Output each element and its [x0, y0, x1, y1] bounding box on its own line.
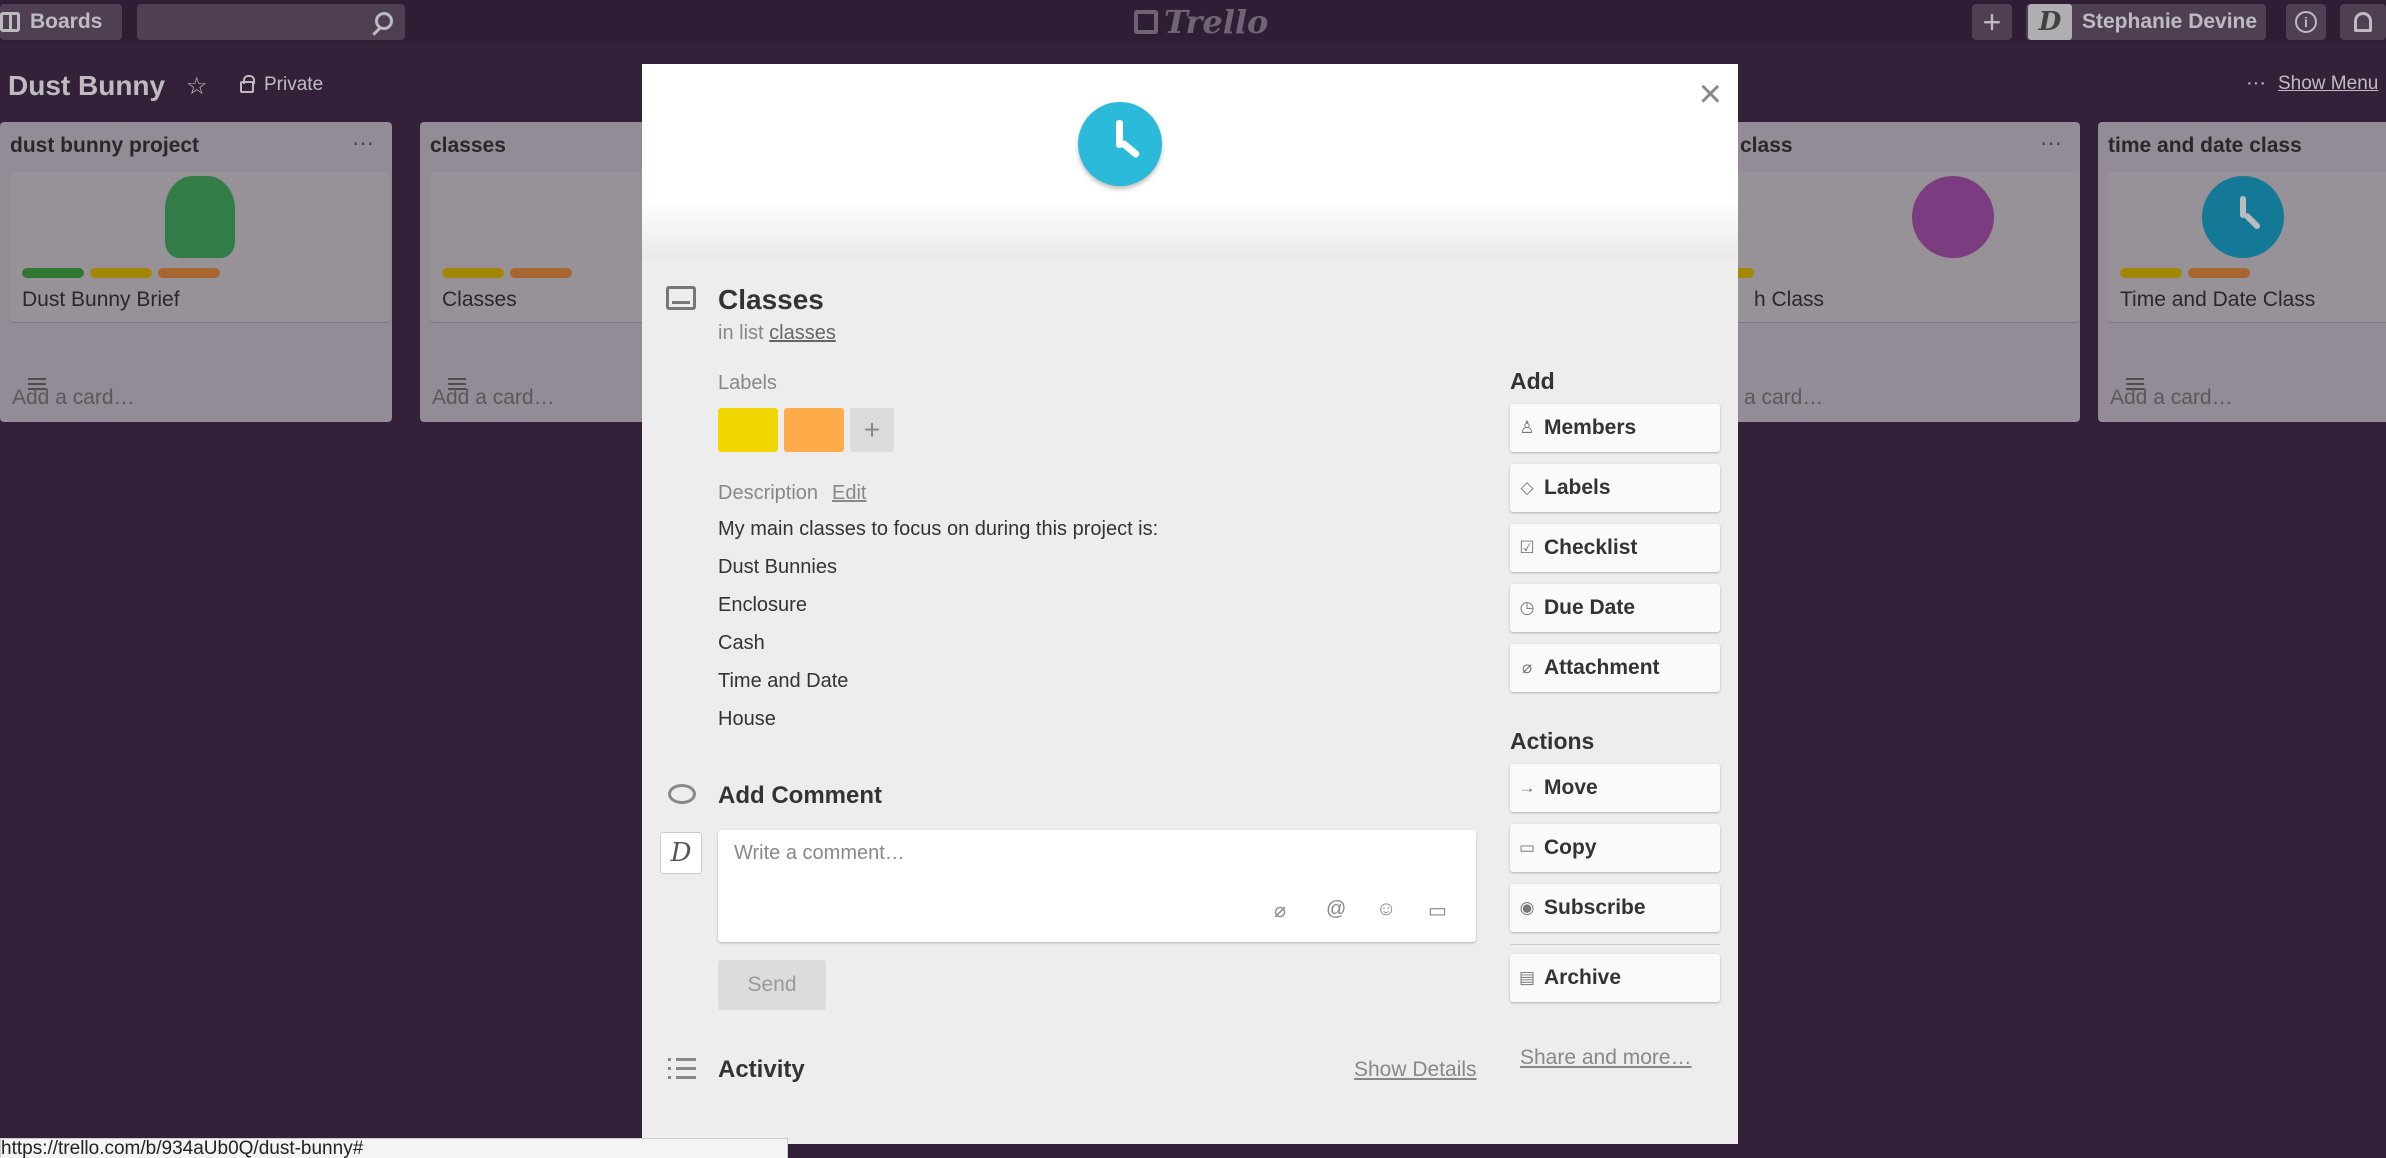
in-list-text: in list classes — [718, 322, 836, 344]
activity-heading: Activity — [718, 1056, 805, 1083]
close-icon[interactable]: × — [1699, 74, 1722, 114]
actions-heading: Actions — [1510, 728, 1595, 754]
status-bar-url: https://trello.com/b/934aUb0Q/dust-bunny… — [0, 1138, 788, 1158]
description-line: My main classes to focus on during this … — [718, 518, 1159, 540]
clock-icon: ◷ — [1519, 598, 1535, 617]
activity-icon — [668, 1058, 696, 1080]
label-yellow[interactable] — [718, 408, 778, 452]
arrow-right-icon: → — [1518, 778, 1536, 797]
comment-box: ⌀ @ ☺ ▭ — [718, 830, 1476, 942]
card-detail-modal: × Classes in list classes Labels + Descr… — [642, 64, 1738, 1144]
eye-icon: ◉ — [1519, 898, 1535, 917]
description-line: Dust Bunnies — [718, 556, 837, 578]
divider — [1510, 944, 1720, 945]
avatar: D — [660, 832, 702, 874]
description-heading: Description — [718, 482, 819, 504]
list-link[interactable]: classes — [769, 322, 836, 344]
add-label-button[interactable]: + — [850, 408, 894, 452]
checkbox-icon: ☑ — [1519, 538, 1535, 557]
label-orange[interactable] — [784, 408, 844, 452]
edit-description-link[interactable]: Edit — [832, 482, 866, 505]
attachment-button[interactable]: ⌀ Attachment — [1510, 644, 1720, 692]
person-icon: ♙ — [1519, 418, 1535, 437]
card-icon: ▭ — [1518, 838, 1536, 857]
description-line: House — [718, 708, 776, 730]
card-icon[interactable]: ▭ — [1428, 898, 1447, 923]
mention-icon[interactable]: @ — [1326, 898, 1346, 921]
show-details-link[interactable]: Show Details — [1354, 1058, 1477, 1082]
comment-input[interactable] — [734, 842, 1454, 865]
labels-heading: Labels — [718, 372, 777, 394]
share-and-more-link[interactable]: Share and more… — [1520, 1046, 1692, 1070]
add-heading: Add — [1510, 368, 1555, 394]
card-icon — [666, 286, 696, 310]
copy-button[interactable]: ▭ Copy — [1510, 824, 1720, 872]
tag-icon: ◇ — [1520, 478, 1534, 497]
subscribe-button[interactable]: ◉ Subscribe — [1510, 884, 1720, 932]
card-cover — [642, 64, 1738, 259]
attachment-icon[interactable]: ⌀ — [1274, 898, 1286, 923]
archive-icon: ▤ — [1518, 968, 1536, 987]
members-button[interactable]: ♙ Members — [1510, 404, 1720, 452]
move-button[interactable]: → Move — [1510, 764, 1720, 812]
send-button[interactable]: Send — [718, 960, 826, 1010]
paperclip-icon: ⌀ — [1521, 658, 1533, 677]
description-line: Time and Date — [718, 670, 849, 692]
add-comment-heading: Add Comment — [718, 782, 882, 809]
due-date-button[interactable]: ◷ Due Date — [1510, 584, 1720, 632]
description-line: Enclosure — [718, 594, 807, 616]
card-title[interactable]: Classes — [718, 284, 824, 316]
archive-button[interactable]: ▤ Archive — [1510, 954, 1720, 1002]
description-line: Cash — [718, 632, 765, 654]
checklist-button[interactable]: ☑ Checklist — [1510, 524, 1720, 572]
labels-button[interactable]: ◇ Labels — [1510, 464, 1720, 512]
clock-icon — [1078, 102, 1162, 186]
emoji-icon[interactable]: ☺ — [1376, 898, 1396, 921]
comment-icon — [668, 784, 696, 804]
